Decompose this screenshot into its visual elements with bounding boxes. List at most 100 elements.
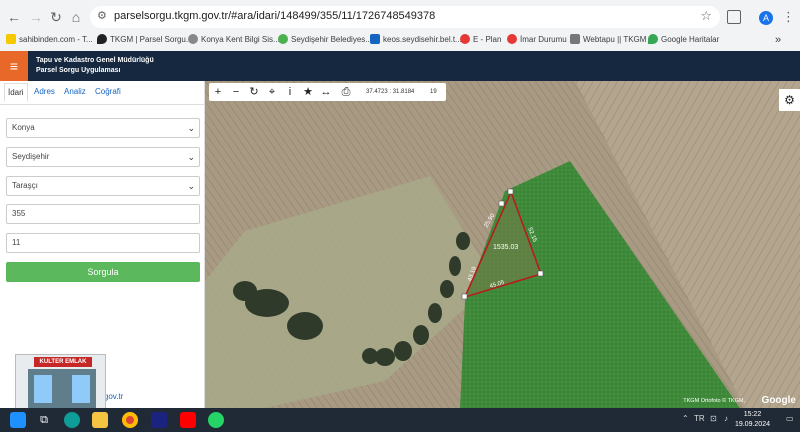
app-title-line2: Parsel Sorgu Uygulaması: [36, 67, 121, 74]
bookmarks-overflow-icon[interactable]: »: [775, 33, 781, 47]
shop-window: [34, 375, 52, 403]
eplan-icon: [460, 34, 470, 44]
bookmark-item[interactable]: Google Haritalar: [648, 33, 719, 47]
bookmark-item[interactable]: TKGM | Parsel Sorgu...: [97, 33, 193, 47]
sorgula-button[interactable]: Sorgula: [6, 262, 200, 282]
bookmark-label: keos.seydisehir.bel.t...: [383, 35, 462, 44]
browser-menu-icon[interactable]: ⋮: [782, 9, 795, 25]
clock-time: 15:22: [743, 411, 762, 418]
tab-adres[interactable]: Adres: [34, 87, 55, 96]
home-icon[interactable]: ⌂: [66, 7, 86, 27]
map-toolbar: + − ↻ ⌖ i ★ ↔ ⎙ 37.4723 : 31.8184 19: [209, 83, 446, 101]
zoom-in-icon[interactable]: +: [209, 83, 227, 101]
bookmark-label: Google Haritalar: [661, 35, 720, 44]
parsel-input[interactable]: 11: [6, 233, 200, 253]
start-icon[interactable]: [10, 412, 26, 428]
bookmark-label: Seydişehir Belediyes...: [291, 35, 372, 44]
ilce-value: Seydişehir: [12, 152, 50, 161]
tab-idari[interactable]: İdari: [4, 83, 28, 102]
bookmark-item[interactable]: Webtapu || TKGM: [570, 33, 646, 47]
print-icon[interactable]: ⎙: [337, 83, 355, 101]
volume-icon[interactable]: ♪: [724, 414, 728, 423]
reload-icon[interactable]: ↻: [46, 7, 66, 27]
app-icon[interactable]: [151, 412, 167, 428]
favorite-icon[interactable]: ★: [299, 83, 317, 101]
zoom-level: 19: [430, 89, 437, 95]
edge-icon[interactable]: [64, 412, 80, 428]
back-icon[interactable]: ←: [4, 7, 24, 27]
url-text: parselsorgu.tkgm.gov.tr/#ara/idari/14849…: [114, 10, 436, 22]
bookmark-item[interactable]: E - Plan: [460, 33, 501, 47]
bookmark-item[interactable]: Konya Kent Bilgi Sis...: [188, 33, 280, 47]
gear-icon[interactable]: ⚙: [779, 89, 800, 111]
bookmark-item[interactable]: Seydişehir Belediyes...: [278, 33, 372, 47]
tab-cografi[interactable]: Coğrafi: [95, 87, 121, 96]
whatsapp-icon[interactable]: [208, 412, 224, 428]
browser-chrome: ← → ↻ ⌂ ⚙ parselsorgu.tkgm.gov.tr/#ara/i…: [0, 0, 800, 51]
coordinate-readout: 37.4723 : 31.8184: [366, 89, 415, 95]
app-title-line1: Tapu ve Kadastro Genel Müdürlüğü: [36, 57, 154, 64]
google-logo: Google: [761, 395, 796, 406]
browser-nav-row: ← → ↻ ⌂ ⚙ parselsorgu.tkgm.gov.tr/#ara/i…: [0, 4, 800, 30]
system-clock[interactable]: 15:22 19.09.2024: [735, 410, 770, 430]
webtapu-icon: [570, 34, 580, 44]
il-value: Konya: [12, 123, 35, 132]
bookmark-label: Webtapu || TKGM: [583, 35, 647, 44]
mahalle-value: Taraşçı: [12, 181, 38, 190]
menu-icon[interactable]: ≡: [0, 51, 28, 81]
locate-icon[interactable]: ⌖: [263, 83, 281, 101]
ada-input[interactable]: 355: [6, 204, 200, 224]
bookmark-label: TKGM | Parsel Sorgu...: [110, 35, 193, 44]
map-attribution: TKGM Ortofoto © TKGM,: [683, 398, 745, 404]
bookmark-label: sahibinden.com - T...: [19, 35, 93, 44]
bookmark-item[interactable]: keos.seydisehir.bel.t...: [370, 33, 462, 47]
globe-icon: [188, 34, 198, 44]
bookmarks-bar: sahibinden.com - T... TKGM | Parsel Sorg…: [0, 31, 800, 49]
profile-avatar[interactable]: A: [759, 11, 773, 25]
il-select[interactable]: Konya ⌄: [6, 118, 200, 138]
shop-window: [72, 375, 90, 403]
app-header: ≡ Tapu ve Kadastro Genel Müdürlüğü Parse…: [0, 51, 800, 81]
chrome-icon[interactable]: [122, 412, 138, 428]
task-view-icon[interactable]: ⧉: [36, 412, 52, 428]
overlay-photo: KULTER EMLAK: [15, 354, 106, 414]
ilce-select[interactable]: Seydişehir ⌄: [6, 147, 200, 167]
info-icon[interactable]: i: [281, 83, 299, 101]
file-explorer-icon[interactable]: [92, 412, 108, 428]
bookmark-item[interactable]: sahibinden.com - T...: [6, 33, 93, 47]
chevron-down-icon: ⌄: [187, 181, 195, 191]
map-pin-icon: [97, 34, 107, 44]
municipality-icon: [278, 34, 288, 44]
youtube-icon[interactable]: [180, 412, 196, 428]
zoom-out-icon[interactable]: −: [227, 83, 245, 101]
notification-icon[interactable]: ▭: [786, 414, 794, 423]
chevron-down-icon: ⌄: [187, 123, 195, 133]
measure-icon[interactable]: ↔: [317, 83, 335, 101]
site-info-icon[interactable]: ⚙: [97, 9, 107, 22]
doc-icon: [370, 34, 380, 44]
map-view[interactable]: 1535.03 25.90 52.15 45.05 43.19 + − ↻ ⌖ …: [205, 81, 800, 408]
chevron-down-icon: ⌄: [187, 152, 195, 162]
query-tabs: İdari Adres Analiz Coğrafi: [0, 81, 205, 105]
mahalle-select[interactable]: Taraşçı ⌄: [6, 176, 200, 196]
bookmark-item[interactable]: İmar Durumu: [507, 33, 567, 47]
imar-icon: [507, 34, 517, 44]
bookmark-label: Konya Kent Bilgi Sis...: [201, 35, 280, 44]
address-bar[interactable]: ⚙ parselsorgu.tkgm.gov.tr/#ara/idari/148…: [90, 6, 720, 28]
tray-arrow-icon[interactable]: ⌃: [682, 414, 689, 423]
sahibinden-icon: [6, 34, 16, 44]
forward-icon[interactable]: →: [26, 7, 46, 27]
bookmark-label: İmar Durumu: [520, 35, 567, 44]
clock-date: 19.09.2024: [734, 421, 770, 428]
parcel-area-label: 1535.03: [493, 244, 518, 251]
taskbar: ⧉ ⌃ TR ⊡ ♪ 15:22 19.09.2024 ▭: [0, 408, 800, 432]
extensions-icon[interactable]: [727, 10, 741, 24]
tab-analiz[interactable]: Analiz: [64, 87, 86, 96]
app-title: Tapu ve Kadastro Genel Müdürlüğü Parsel …: [36, 56, 154, 76]
refresh-icon[interactable]: ↻: [245, 83, 263, 101]
network-icon[interactable]: ⊡: [710, 414, 717, 423]
bookmark-star-icon[interactable]: ☆: [700, 8, 712, 24]
shop-sign: KULTER EMLAK: [34, 357, 92, 367]
satellite-imagery: 1535.03 25.90 52.15 45.05 43.19: [205, 81, 800, 408]
language-indicator[interactable]: TR: [694, 414, 705, 423]
